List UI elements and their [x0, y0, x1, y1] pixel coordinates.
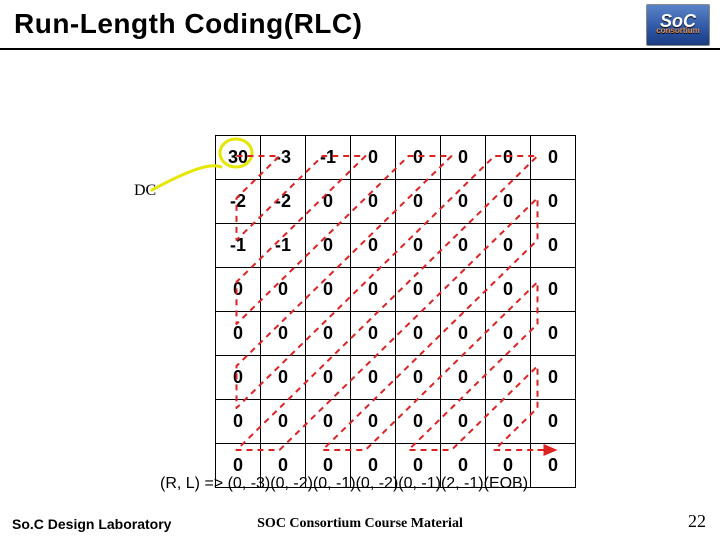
matrix-cell: -3: [261, 136, 306, 180]
matrix-cell: 0: [351, 268, 396, 312]
matrix-cell: 0: [396, 356, 441, 400]
logo-bottom: consortium: [656, 26, 700, 35]
matrix-cell: 0: [531, 224, 576, 268]
matrix-cell: 0: [396, 400, 441, 444]
matrix-cell: 0: [486, 312, 531, 356]
matrix-cell: 0: [441, 400, 486, 444]
slide: { "title": "Run-Length Coding(RLC)", "lo…: [0, 0, 720, 540]
matrix-cell: 0: [261, 268, 306, 312]
matrix-cell: 0: [306, 180, 351, 224]
matrix-cell: 0: [396, 312, 441, 356]
matrix-cell: 0: [441, 312, 486, 356]
page-title: Run-Length Coding(RLC): [14, 8, 362, 40]
matrix-cell: 30: [216, 136, 261, 180]
matrix-cell: 0: [486, 180, 531, 224]
matrix-cell: 0: [486, 224, 531, 268]
footer-mid: SOC Consortium Course Material: [0, 516, 720, 532]
page-number: 22: [688, 511, 706, 532]
matrix-cell: -2: [216, 180, 261, 224]
matrix-table: 30-3-100000-2-2000000-1-1000000000000000…: [215, 135, 576, 488]
logo: SoC consortium: [646, 4, 710, 46]
matrix-cell: 0: [531, 136, 576, 180]
matrix-cell: 0: [531, 268, 576, 312]
matrix-cell: 0: [261, 356, 306, 400]
matrix-cell: 0: [306, 268, 351, 312]
matrix-cell: 0: [351, 180, 396, 224]
matrix-cell: 0: [351, 224, 396, 268]
matrix-cell: 0: [216, 356, 261, 400]
title-rule: [0, 48, 720, 50]
matrix-cell: 0: [261, 400, 306, 444]
matrix-cell: -2: [261, 180, 306, 224]
matrix-cell: 0: [306, 356, 351, 400]
matrix-cell: 0: [531, 180, 576, 224]
matrix-cell: 0: [441, 268, 486, 312]
matrix-cell: 0: [441, 180, 486, 224]
matrix-cell: -1: [216, 224, 261, 268]
matrix-cell: 0: [306, 224, 351, 268]
matrix-cell: 0: [531, 400, 576, 444]
matrix-cell: 0: [396, 136, 441, 180]
matrix-cell: 0: [216, 268, 261, 312]
matrix-cell: 0: [351, 400, 396, 444]
matrix-cell: 0: [486, 356, 531, 400]
matrix-cell: 0: [486, 400, 531, 444]
matrix-cell: 0: [486, 268, 531, 312]
matrix-cell: 0: [486, 136, 531, 180]
matrix-cell: 0: [261, 312, 306, 356]
matrix-cell: 0: [351, 312, 396, 356]
matrix-cell: 0: [396, 180, 441, 224]
matrix-cell: 0: [351, 356, 396, 400]
matrix-cell: -1: [261, 224, 306, 268]
matrix-cell: 0: [396, 268, 441, 312]
dc-label: DC: [134, 182, 156, 200]
matrix-cell: 0: [306, 400, 351, 444]
matrix-cell: 0: [531, 356, 576, 400]
matrix-cell: 0: [441, 136, 486, 180]
matrix-cell: 0: [441, 224, 486, 268]
matrix-cell: 0: [396, 224, 441, 268]
matrix-cell: 0: [351, 136, 396, 180]
matrix-cell: 0: [531, 312, 576, 356]
matrix-cell: 0: [216, 400, 261, 444]
matrix-cell: 0: [441, 356, 486, 400]
matrix-cell: 0: [531, 444, 576, 488]
rlc-formula: (R, L) => (0, -3)(0, -2)(0, -1)(0, -2)(0…: [160, 475, 528, 493]
matrix: 30-3-100000-2-2000000-1-1000000000000000…: [215, 135, 576, 488]
matrix-cell: -1: [306, 136, 351, 180]
matrix-cell: 0: [216, 312, 261, 356]
matrix-cell: 0: [306, 312, 351, 356]
